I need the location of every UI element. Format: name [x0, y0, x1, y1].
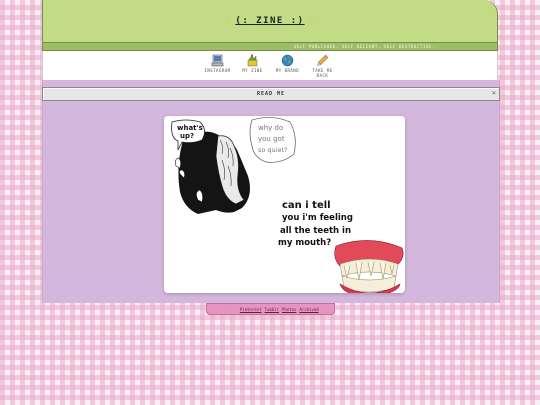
- bubble-text: you got: [258, 135, 285, 143]
- caption-line: you i'm feeling: [282, 213, 353, 223]
- bubble-text: why do: [258, 124, 283, 132]
- teeth-image: [334, 240, 404, 293]
- page-title[interactable]: (: ZINE :): [235, 16, 304, 26]
- nav-label: MY BRAND: [275, 68, 300, 73]
- footer-link-pinterest[interactable]: Pinterest: [240, 307, 262, 312]
- zine-artwork: what's up? why do you got so quiet? can …: [164, 116, 405, 293]
- bubble-text: so quiet?: [258, 146, 287, 154]
- window-title: READ ME: [256, 91, 286, 97]
- globe-icon: [281, 54, 294, 67]
- pencil-icon: [317, 54, 329, 66]
- caption-line: my mouth?: [278, 238, 331, 248]
- bubble-text: up?: [180, 132, 194, 140]
- star-icon: ☆: [225, 16, 232, 26]
- nav-label: MY ZINE: [242, 68, 263, 73]
- nav-item-take-me-back[interactable]: TAKE ME BACK: [305, 54, 340, 78]
- star-icon: ☆: [308, 16, 315, 26]
- header-banner: ☆ (: ZINE :) ☆: [42, 0, 498, 42]
- zine-image-card: what's up? why do you got so quiet? can …: [164, 116, 405, 293]
- footer-link-archived[interactable]: Archived: [299, 307, 318, 312]
- nav-item-my-brand[interactable]: MY BRAND: [270, 54, 305, 73]
- caption-line: all the teeth in: [280, 226, 351, 236]
- footer-link-tumblr[interactable]: Tumblr: [264, 307, 278, 312]
- nav-label: INSTAGRAM: [204, 68, 231, 73]
- footer-links: Links: Pinterest Tumblr Photos Archived: [206, 303, 335, 315]
- nav-item-my-zine[interactable]: MY ZINE: [235, 54, 270, 73]
- bubble-text: what's: [177, 124, 203, 132]
- footer-link-photos[interactable]: Photos: [282, 307, 296, 312]
- nav-item-instagram[interactable]: INSTAGRAM: [200, 54, 235, 73]
- computer-icon: [211, 54, 224, 67]
- nav-label: TAKE ME BACK: [312, 68, 333, 78]
- site-header: ☆ (: ZINE :) ☆ SELF PUBLISHED. SELF RELI…: [42, 0, 498, 84]
- tagline: SELF PUBLISHED. SELF RELIANT. SELF DESTR…: [42, 42, 498, 51]
- footer-prefix: Links:: [222, 306, 237, 312]
- caption-line: can i tell: [282, 200, 331, 211]
- zine-icon: [247, 54, 258, 67]
- readme-window-titlebar[interactable]: READ ME ×: [42, 87, 500, 101]
- close-icon[interactable]: ×: [492, 89, 496, 98]
